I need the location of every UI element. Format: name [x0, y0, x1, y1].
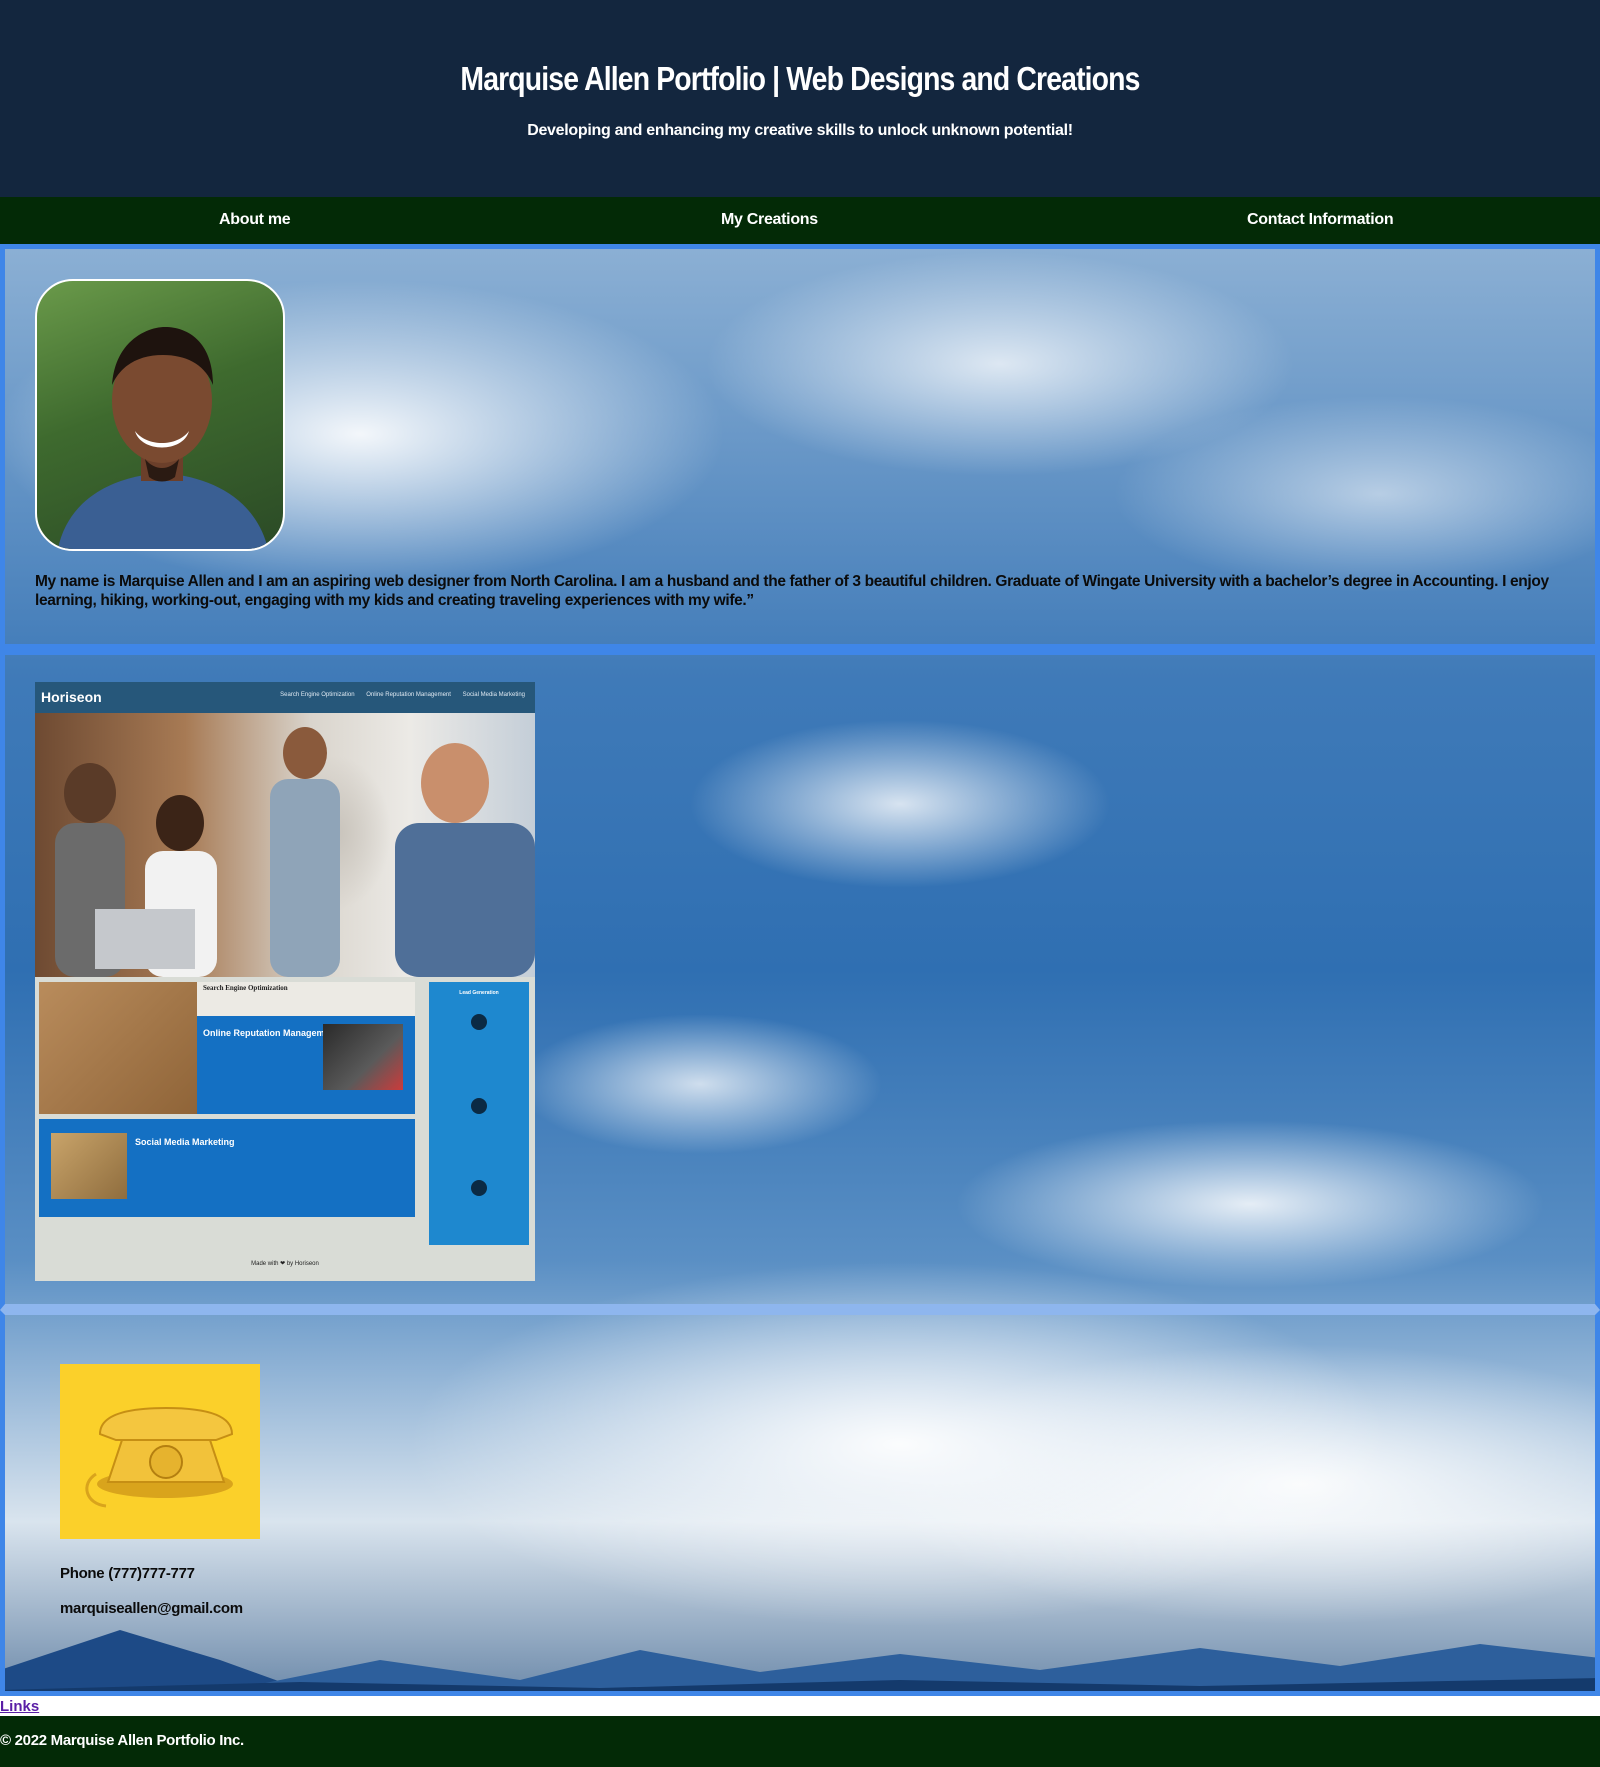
- project-orm-title: Online Reputation Management: [203, 1028, 339, 1038]
- nav-link-contact[interactable]: Contact Information: [1247, 211, 1394, 229]
- contact-email[interactable]: marquiseallen@gmail.com: [60, 1600, 243, 1617]
- project-logo: Horiseon: [41, 689, 102, 705]
- project-orm-block: Online Reputation Management: [197, 1016, 415, 1114]
- site-title: Marquise Allen Portfolio | Web Designs a…: [460, 60, 1140, 97]
- links-bar: Links: [0, 1696, 1600, 1716]
- project-nav-link: Search Engine Optimization: [280, 692, 355, 698]
- project-seo-image: [39, 982, 197, 1114]
- project-seo-title: Search Engine Optimization: [203, 984, 288, 992]
- person-portrait-icon: [57, 327, 268, 549]
- telephone-icon: [85, 1406, 234, 1508]
- site-footer: © 2022 Marquise Allen Portfolio Inc.: [0, 1716, 1600, 1767]
- project-orm-image: [323, 1024, 403, 1090]
- project-screenshot-horiseon[interactable]: Horiseon Search Engine Optimization Onli…: [35, 682, 535, 1281]
- project-nav-link: Online Reputation Management: [366, 692, 451, 698]
- nav-link-about[interactable]: About me: [219, 211, 291, 229]
- project-smm-image: [51, 1133, 127, 1199]
- project-footer: Made with ❤ by Horiseon: [251, 1261, 319, 1267]
- team-meeting-photo-icon: [55, 727, 535, 977]
- nav-link-creations[interactable]: My Creations: [721, 211, 818, 229]
- about-bio: My name is Marquise Allen and I am an as…: [35, 573, 1549, 609]
- project-nav-link: Social Media Marketing: [462, 692, 525, 698]
- about-section: My name is Marquise Allen and I am an as…: [0, 244, 1600, 649]
- project-smm-block: Social Media Marketing: [39, 1119, 415, 1217]
- project-sidebar-title: Lead Generation: [459, 990, 499, 996]
- project-header-bar: Horiseon Search Engine Optimization Onli…: [35, 682, 535, 713]
- project-nav-links: Search Engine Optimization Online Reputa…: [270, 692, 525, 698]
- site-tagline: Developing and enhancing my creative ski…: [527, 122, 1073, 139]
- links-link[interactable]: Links: [0, 1698, 39, 1715]
- profile-photo: [35, 279, 285, 551]
- copyright-text: © 2022 Marquise Allen Portfolio Inc.: [0, 1732, 244, 1749]
- site-header: Marquise Allen Portfolio | Web Designs a…: [0, 0, 1600, 197]
- creations-section: Horiseon Search Engine Optimization Onli…: [0, 649, 1600, 1310]
- project-sidebar: Lead Generation: [429, 982, 529, 1245]
- project-smm-title: Social Media Marketing: [135, 1137, 235, 1147]
- main-nav: About me My Creations Contact Informatio…: [0, 197, 1600, 244]
- project-hero-image: [35, 713, 535, 977]
- telephone-image: [60, 1364, 260, 1539]
- project-content-area: Search Engine Optimization Online Reputa…: [39, 982, 415, 1217]
- contact-phone: Phone (777)777-777: [60, 1565, 195, 1582]
- project-sidebar-icons: [471, 1014, 487, 1196]
- contact-section: Phone (777)777-777 marquiseallen@gmail.c…: [0, 1310, 1600, 1696]
